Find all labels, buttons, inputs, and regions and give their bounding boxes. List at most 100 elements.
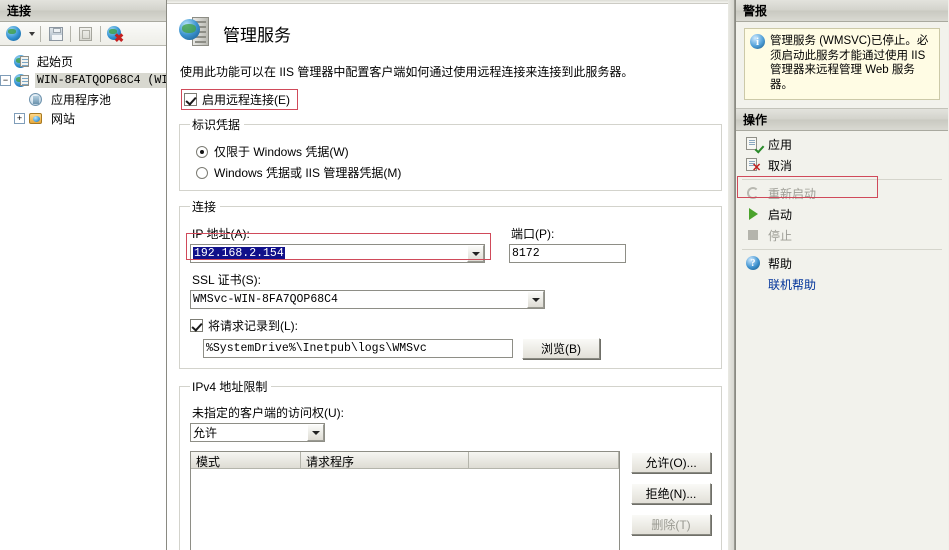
toolbar-separator-2 bbox=[70, 25, 71, 42]
app-pools-icon bbox=[28, 92, 45, 108]
port-input[interactable]: 8172 bbox=[509, 244, 626, 264]
restrictions-list-header: 模式 请求程序 bbox=[191, 452, 619, 470]
radio-windows-credentials-label: 仅限于 Windows 凭据(W) bbox=[214, 145, 349, 160]
ipv4-restrictions-group: IPv4 地址限制 未指定的客户端的访问权(U): 允许 模式 请求程序 允许(… bbox=[179, 378, 722, 550]
log-requests-row[interactable]: 将请求记录到(L): bbox=[190, 317, 711, 334]
cancel-icon: ✕ bbox=[745, 157, 761, 174]
connections-group: 连接 IP 地址(A): 192.168.2.154 端口(P): 8172 S… bbox=[179, 198, 722, 370]
radio-windows-or-iis-row[interactable]: Windows 凭据或 IIS 管理器凭据(M) bbox=[196, 164, 711, 181]
action-online-help[interactable]: 联机帮助 bbox=[736, 274, 948, 295]
connections-group-legend: 连接 bbox=[192, 200, 217, 215]
management-service-page: 管理服务 使用此功能可以在 IIS 管理器中配置客户端如何通过使用远程连接来连接… bbox=[167, 0, 735, 550]
action-cancel[interactable]: ✕ 取消 bbox=[736, 155, 948, 176]
delete-connection-icon[interactable]: ✖ bbox=[105, 24, 126, 44]
action-apply[interactable]: 应用 bbox=[736, 134, 948, 155]
action-restart[interactable]: 重新启动 bbox=[736, 183, 948, 204]
tree-item-label: 网站 bbox=[51, 112, 76, 126]
center-right-edge bbox=[728, 0, 734, 550]
tree-expander-expand[interactable]: + bbox=[14, 113, 25, 124]
column-header-mode[interactable]: 模式 bbox=[191, 452, 301, 469]
enable-remote-connections-checkbox[interactable] bbox=[184, 93, 197, 107]
deny-button[interactable]: 拒绝(N)... bbox=[631, 483, 711, 505]
unspecified-clients-label: 未指定的客户端的访问权(U): bbox=[192, 406, 344, 421]
alert-message: 管理服务 (WMSVC)已停止。必须启动此服务才能通过使用 IIS 管理器来远程… bbox=[770, 35, 929, 92]
actions-separator-1 bbox=[742, 178, 942, 180]
connections-toolbar: ✖ bbox=[0, 22, 166, 46]
save-icon[interactable] bbox=[45, 24, 66, 44]
tree-item-label: 应用程序池 bbox=[51, 93, 112, 107]
apply-icon bbox=[745, 136, 765, 154]
port-label: 端口(P): bbox=[511, 227, 555, 242]
tree-expander-collapse[interactable]: − bbox=[0, 75, 11, 86]
action-stop[interactable]: 停止 bbox=[736, 225, 948, 246]
tree-item-app-pools[interactable]: 应用程序池 bbox=[0, 90, 166, 109]
action-start[interactable]: 启动 bbox=[736, 204, 948, 225]
tree-item-label: 起始页 bbox=[37, 55, 74, 69]
toolbar-separator-3 bbox=[100, 25, 101, 42]
disconnect-icon[interactable] bbox=[75, 24, 96, 44]
radio-windows-or-iis-credentials[interactable] bbox=[196, 166, 208, 179]
log-requests-label: 将请求记录到(L): bbox=[208, 319, 299, 334]
remove-button[interactable]: 删除(T) bbox=[631, 514, 711, 536]
management-service-icon bbox=[179, 16, 213, 50]
alerts-title: 警报 bbox=[743, 4, 768, 18]
allow-button[interactable]: 允许(O)... bbox=[631, 452, 711, 474]
actions-header: 操作 bbox=[736, 108, 948, 131]
action-start-label: 启动 bbox=[768, 207, 793, 222]
ssl-certificate-value: WMSvc-WIN-8FA7QOP68C4 bbox=[193, 293, 338, 307]
log-path-value: %SystemDrive%\Inetpub\logs\WMSvc bbox=[206, 342, 427, 356]
iis-manager-window: 连接 ✖ 起始页 − WIN-8FATQOP68C4 (WIN 应用程序池 + … bbox=[0, 0, 949, 550]
tree-item-server[interactable]: − WIN-8FATQOP68C4 (WIN bbox=[0, 71, 166, 90]
action-stop-label: 停止 bbox=[768, 228, 793, 243]
column-header-blank[interactable] bbox=[469, 452, 619, 469]
stop-icon bbox=[745, 227, 761, 243]
unspecified-clients-dropdown-arrow[interactable] bbox=[307, 424, 324, 442]
enable-remote-connections-row[interactable]: 启用远程连接(E) bbox=[181, 89, 298, 110]
chevron-down-icon[interactable] bbox=[26, 24, 36, 44]
toolbar-separator-1 bbox=[40, 25, 41, 42]
ssl-certificate-combo[interactable]: WMSvc-WIN-8FA7QOP68C4 bbox=[190, 290, 545, 310]
actions-separator-2 bbox=[742, 248, 942, 250]
restrictions-list[interactable]: 模式 请求程序 bbox=[190, 451, 620, 550]
ssl-certificate-label: SSL 证书(S): bbox=[192, 273, 261, 288]
column-header-requestor[interactable]: 请求程序 bbox=[301, 452, 469, 469]
ipv4-restrictions-legend: IPv4 地址限制 bbox=[192, 380, 268, 395]
action-apply-label: 应用 bbox=[768, 137, 793, 152]
log-path-input[interactable]: %SystemDrive%\Inetpub\logs\WMSvc bbox=[203, 339, 513, 359]
ip-address-combo[interactable]: 192.168.2.154 bbox=[190, 244, 485, 264]
actions-list: 应用 ✕ 取消 重新启动 启动 停止 ? 帮助 联机帮助 bbox=[736, 130, 948, 550]
action-help[interactable]: ? 帮助 bbox=[736, 253, 948, 274]
radio-windows-credentials[interactable] bbox=[196, 145, 208, 158]
tree-item-start-page[interactable]: 起始页 bbox=[0, 52, 166, 71]
start-page-icon bbox=[14, 54, 31, 70]
actions-panel: 警报 i 管理服务 (WMSVC)已停止。必须启动此服务才能通过使用 IIS 管… bbox=[735, 0, 948, 550]
center-content: 管理服务 使用此功能可以在 IIS 管理器中配置客户端如何通过使用远程连接来连接… bbox=[167, 4, 734, 550]
radio-windows-only-row[interactable]: 仅限于 Windows 凭据(W) bbox=[196, 143, 711, 160]
unspecified-clients-value: 允许 bbox=[193, 426, 218, 441]
ip-address-value: 192.168.2.154 bbox=[193, 247, 285, 261]
enable-remote-connections-label: 启用远程连接(E) bbox=[202, 93, 290, 108]
tree-item-label: WIN-8FATQOP68C4 (WIN bbox=[35, 73, 166, 88]
restrictions-list-body bbox=[191, 469, 619, 550]
page-title-row: 管理服务 bbox=[179, 16, 722, 50]
connections-tree[interactable]: 起始页 − WIN-8FATQOP68C4 (WIN 应用程序池 + 网站 bbox=[0, 46, 166, 550]
connect-globe-icon[interactable] bbox=[3, 24, 24, 44]
log-requests-checkbox[interactable] bbox=[190, 319, 203, 333]
ip-address-label: IP 地址(A): bbox=[192, 227, 250, 242]
alerts-body: i 管理服务 (WMSVC)已停止。必须启动此服务才能通过使用 IIS 管理器来… bbox=[736, 22, 948, 109]
connections-panel-header: 连接 bbox=[0, 0, 166, 22]
help-icon: ? bbox=[745, 255, 761, 271]
identity-credentials-legend: 标识凭据 bbox=[192, 118, 241, 133]
ip-address-dropdown-arrow[interactable] bbox=[467, 245, 484, 263]
connections-title: 连接 bbox=[7, 4, 32, 18]
tree-item-sites[interactable]: + 网站 bbox=[0, 109, 166, 128]
ssl-certificate-dropdown-arrow[interactable] bbox=[527, 291, 544, 309]
browse-button[interactable]: 浏览(B) bbox=[522, 338, 600, 360]
page-description: 使用此功能可以在 IIS 管理器中配置客户端如何通过使用远程连接来连接到此服务器… bbox=[180, 65, 634, 79]
restart-icon bbox=[745, 185, 761, 201]
connections-panel: 连接 ✖ 起始页 − WIN-8FATQOP68C4 (WIN 应用程序池 + … bbox=[0, 0, 167, 550]
unspecified-clients-combo[interactable]: 允许 bbox=[190, 423, 325, 443]
alert-box: i 管理服务 (WMSVC)已停止。必须启动此服务才能通过使用 IIS 管理器来… bbox=[744, 28, 940, 100]
alerts-header: 警报 bbox=[736, 0, 948, 22]
port-value: 8172 bbox=[512, 247, 540, 261]
